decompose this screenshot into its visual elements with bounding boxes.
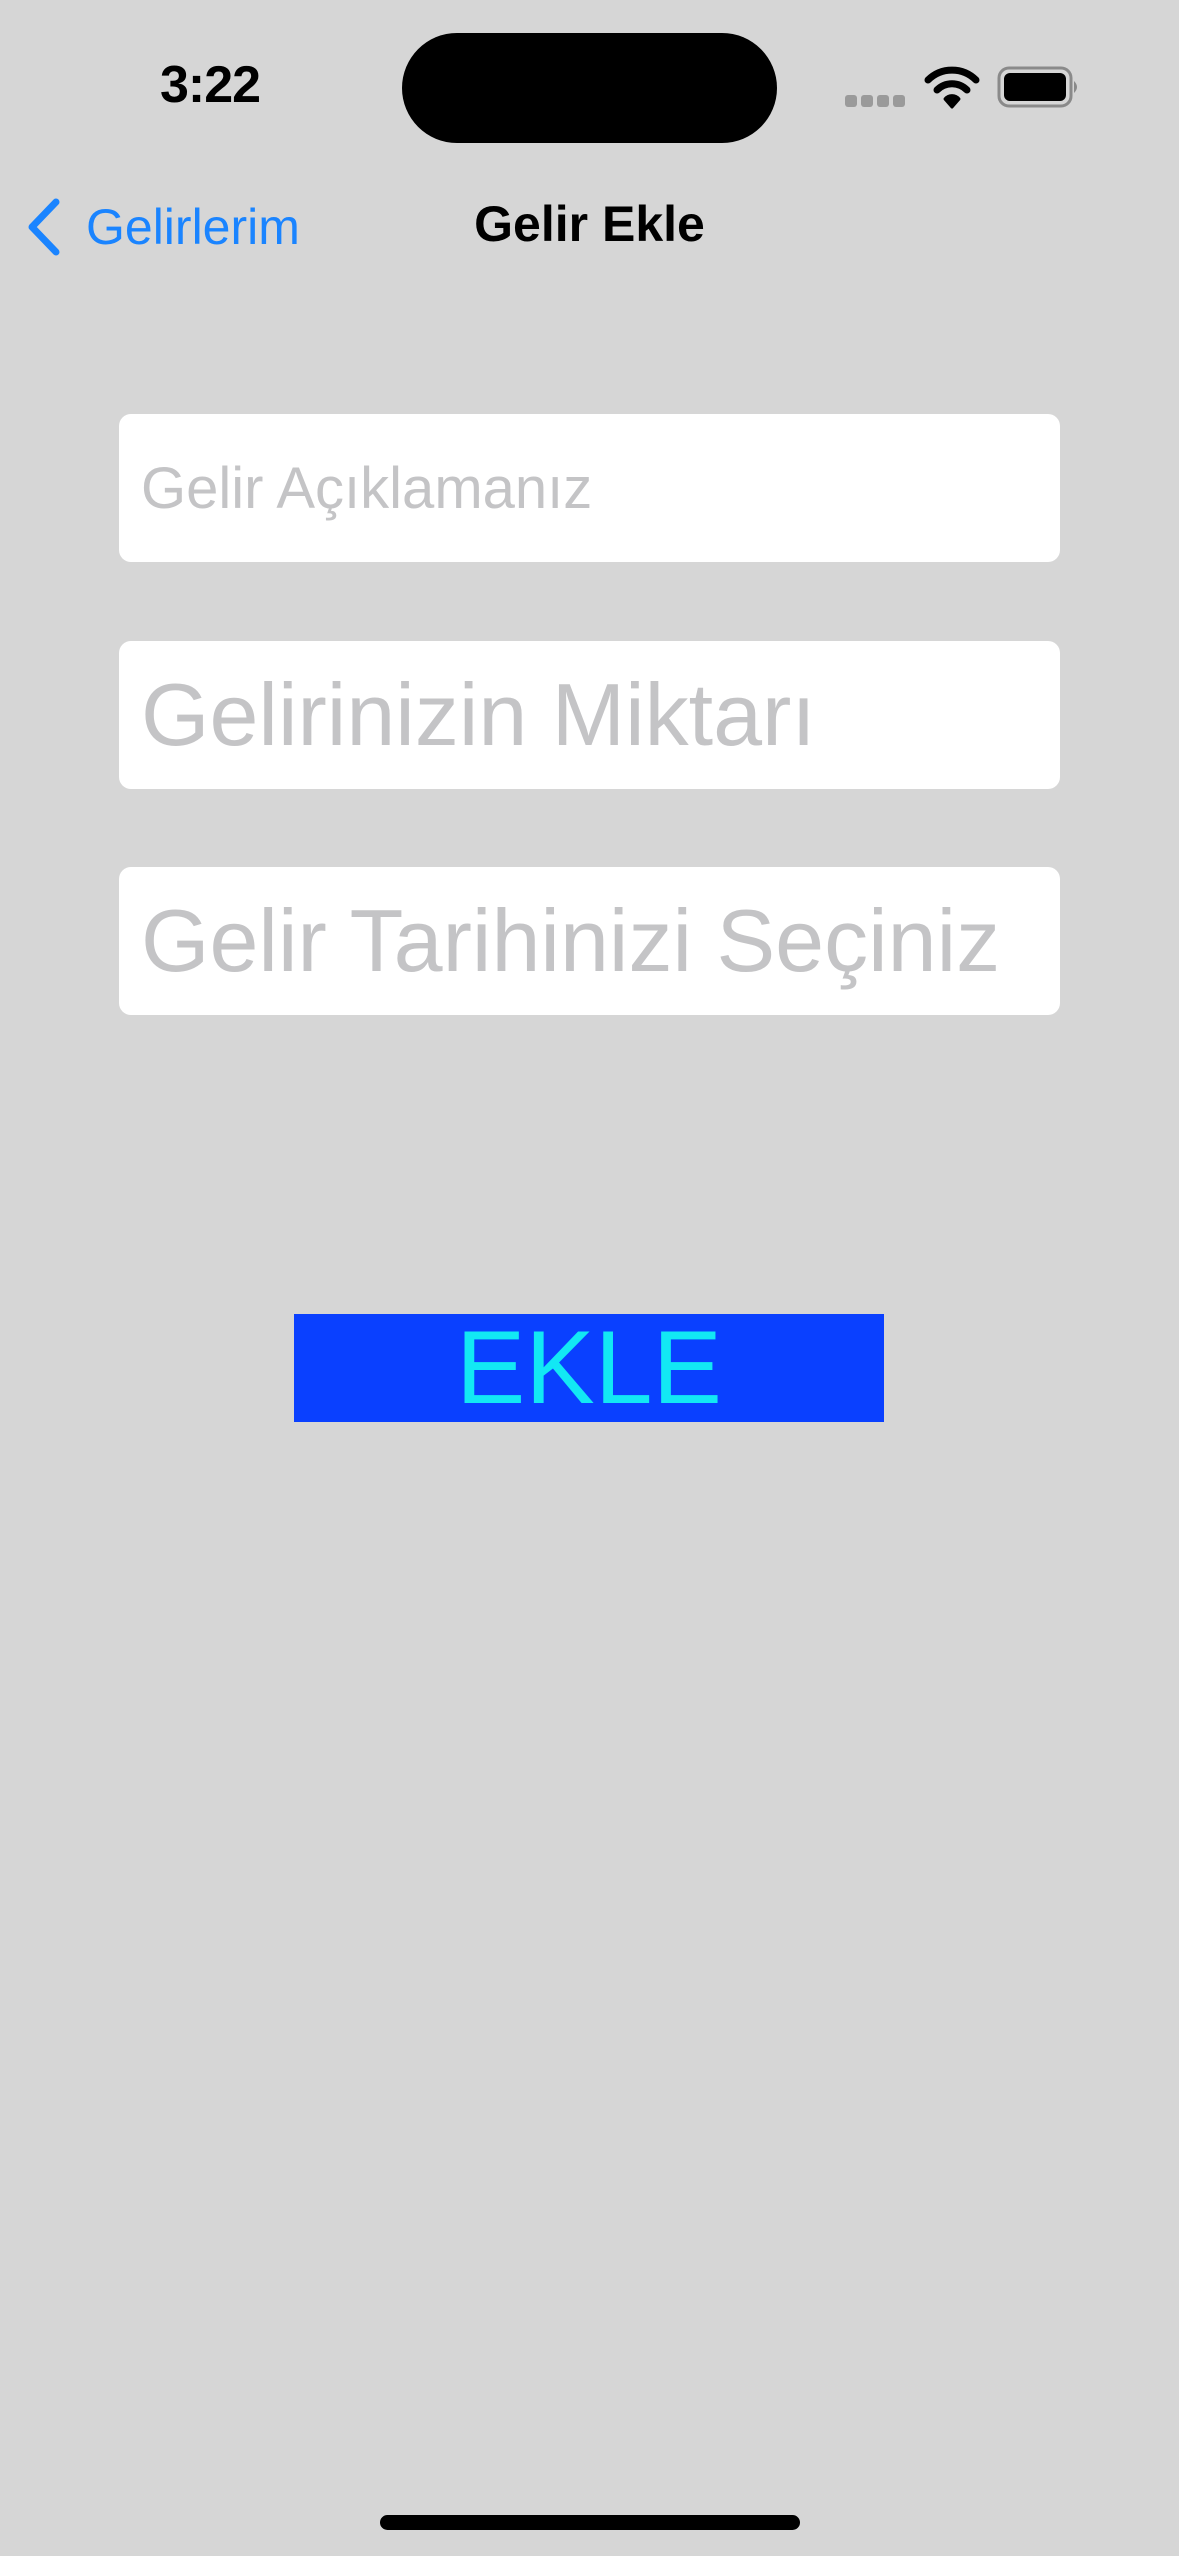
back-button-label: Gelirlerim [86,199,300,255]
add-button[interactable]: EKLE [294,1314,884,1422]
chevron-left-icon [28,198,60,256]
status-time: 3:22 [160,56,261,114]
battery-icon [997,66,1077,108]
income-description-input[interactable] [119,414,1060,562]
wifi-icon [924,66,980,109]
home-indicator [380,2515,800,2530]
income-amount-input[interactable] [119,641,1060,789]
signal-dots-icon [845,95,905,107]
back-button[interactable]: Gelirlerim [24,195,300,259]
income-date-input[interactable] [119,867,1060,1015]
dynamic-island [402,33,777,143]
